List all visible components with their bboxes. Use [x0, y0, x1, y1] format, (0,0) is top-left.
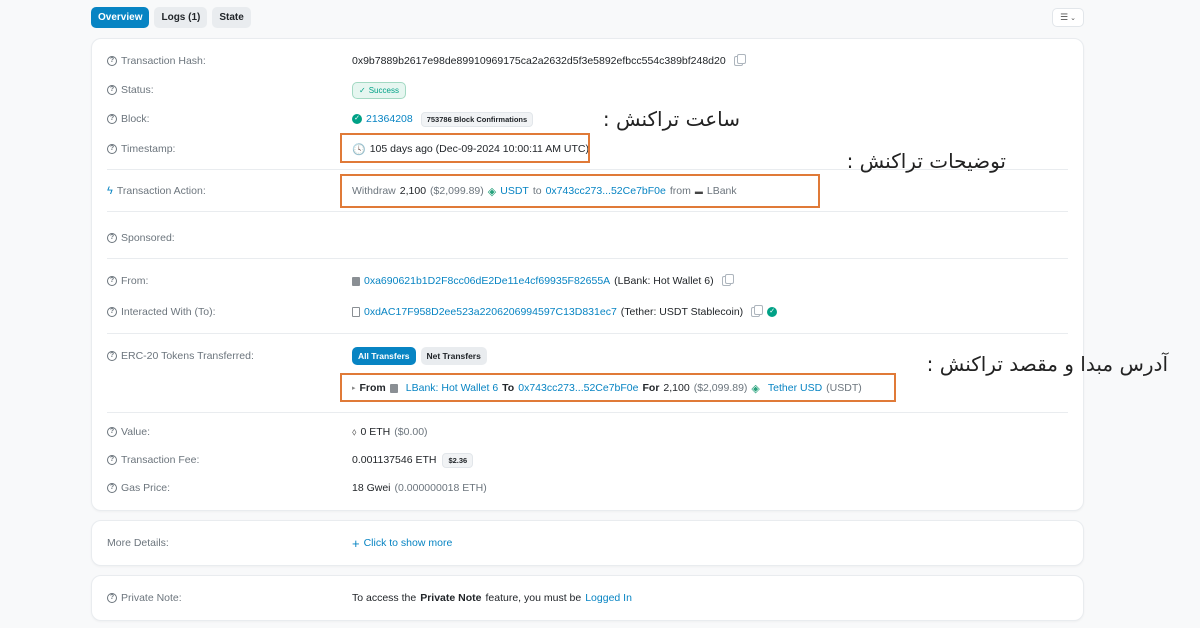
copy-icon[interactable] [751, 305, 764, 317]
confirmations-badge: 753786 Block Confirmations [420, 111, 534, 127]
list-icon: ☰ [1060, 12, 1069, 22]
divider [107, 412, 1068, 413]
help-icon: ? [107, 307, 117, 317]
highlight-box-action [340, 174, 820, 208]
fee-usd-badge: $2.36 [442, 452, 474, 468]
row-from: ? From: 0xa690621b1D2F8cc06dE2De11e4cf699… [92, 274, 1083, 288]
tab-bar: Overview Logs (1) State [91, 7, 251, 28]
from-label: From: [121, 275, 149, 287]
fee-label: Transaction Fee: [121, 454, 200, 466]
row-interacted-with: ? Interacted With (To): 0xdAC17F958D2ee52… [92, 305, 1083, 319]
private-note-card: ? Private Note: To access the Private Not… [91, 575, 1084, 621]
status-badge: ✓ Success [352, 81, 406, 99]
highlight-box-timestamp [340, 133, 590, 163]
status-text: Success [368, 85, 399, 95]
erc20-label: ERC-20 Tokens Transferred: [121, 350, 254, 362]
help-icon: ? [107, 483, 117, 493]
interacted-with-label: Interacted With (To): [121, 306, 216, 318]
help-icon: ? [107, 233, 117, 243]
help-icon: ? [107, 455, 117, 465]
contract-icon [352, 307, 360, 317]
row-fee: ? Transaction Fee: 0.001137546 ETH $2.36 [92, 452, 1083, 468]
row-status: ? Status: ✓ Success [92, 81, 1083, 99]
more-details-card: More Details: + Click to show more [91, 520, 1084, 566]
timestamp-label: Timestamp: [121, 143, 176, 155]
copy-icon[interactable] [733, 54, 746, 66]
gas-label: Gas Price: [121, 482, 171, 494]
status-label: Status: [121, 84, 154, 96]
annotation-action: توضیحات تراکنش : [846, 149, 1006, 173]
verified-icon: ✓ [767, 307, 778, 317]
help-icon: ? [107, 144, 117, 154]
help-icon: ? [107, 427, 117, 437]
net-transfers-button[interactable]: Net Transfers [420, 347, 487, 365]
check-circle-icon: ✓ [359, 85, 366, 95]
divider [107, 333, 1068, 334]
help-icon: ? [107, 85, 117, 95]
note-text-pre: To access the [352, 592, 417, 604]
annotation-time: ساعت تراکنش : [602, 107, 740, 131]
row-tx-hash: ? Transaction Hash: 0x9b7889b2617e98de899… [92, 54, 1083, 68]
divider [107, 211, 1068, 212]
help-icon: ? [107, 351, 117, 361]
value-eth: 0 ETH [360, 426, 391, 438]
more-details-label: More Details: [107, 537, 169, 549]
lightning-icon: ϟ [107, 185, 113, 197]
help-icon: ? [107, 114, 117, 124]
to-name: (Tether: USDT Stablecoin) [620, 306, 744, 318]
tab-logs[interactable]: Logs (1) [154, 7, 208, 28]
divider [107, 258, 1068, 259]
tx-action-label: Transaction Action: [116, 185, 206, 197]
view-options-button[interactable]: ☰ ⌄ [1052, 8, 1084, 27]
note-text-bold: Private Note [420, 592, 482, 604]
tab-overview[interactable]: Overview [91, 7, 150, 28]
value-label: Value: [121, 426, 150, 438]
private-note-label: Private Note: [121, 592, 182, 604]
from-name: (LBank: Hot Wallet 6) [614, 275, 714, 287]
all-transfers-button[interactable]: All Transfers [352, 347, 416, 365]
tab-state[interactable]: State [212, 7, 251, 28]
value-usd: ($0.00) [394, 426, 428, 438]
ethereum-icon: ⬨ [352, 426, 357, 438]
sponsored-label: Sponsored: [121, 232, 175, 244]
fee-eth: 0.001137546 ETH [352, 454, 437, 466]
plus-icon: + [352, 535, 360, 551]
note-text-mid: feature, you must be [485, 592, 582, 604]
help-icon: ? [107, 56, 117, 66]
gas-eth: (0.000000018 ETH) [394, 482, 487, 494]
block-number-link[interactable]: 21364208 [366, 113, 413, 125]
to-address-link[interactable]: 0xdAC17F958D2ee523a2206206994597C13D831e… [364, 306, 617, 318]
wallet-icon [352, 276, 360, 286]
gas-gwei: 18 Gwei [352, 482, 391, 494]
tx-hash-label: Transaction Hash: [121, 55, 206, 67]
from-address-link[interactable]: 0xa690621b1D2F8cc06dE2De11e4cf69935F8265… [364, 275, 610, 287]
chevron-down-icon: ⌄ [1070, 14, 1076, 22]
help-icon: ? [107, 593, 117, 603]
tx-hash-value: 0x9b7889b2617e98de89910969175ca2a2632d5f… [352, 55, 726, 67]
check-circle-icon: ✓ [352, 114, 362, 124]
show-more-link[interactable]: Click to show more [364, 537, 453, 549]
row-value: ? Value: ⬨ 0 ETH ($0.00) [92, 425, 1083, 439]
login-link[interactable]: Logged In [585, 592, 632, 604]
block-label: Block: [121, 113, 150, 125]
row-gas-price: ? Gas Price: 18 Gwei (0.000000018 ETH) [92, 481, 1083, 495]
copy-icon[interactable] [721, 274, 734, 286]
highlight-box-transfer [340, 373, 896, 402]
annotation-transfer: آدرس مبدا و مقصد تراکنش : [926, 352, 1168, 376]
row-sponsored: ? Sponsored: [92, 231, 1083, 245]
help-icon: ? [107, 276, 117, 286]
